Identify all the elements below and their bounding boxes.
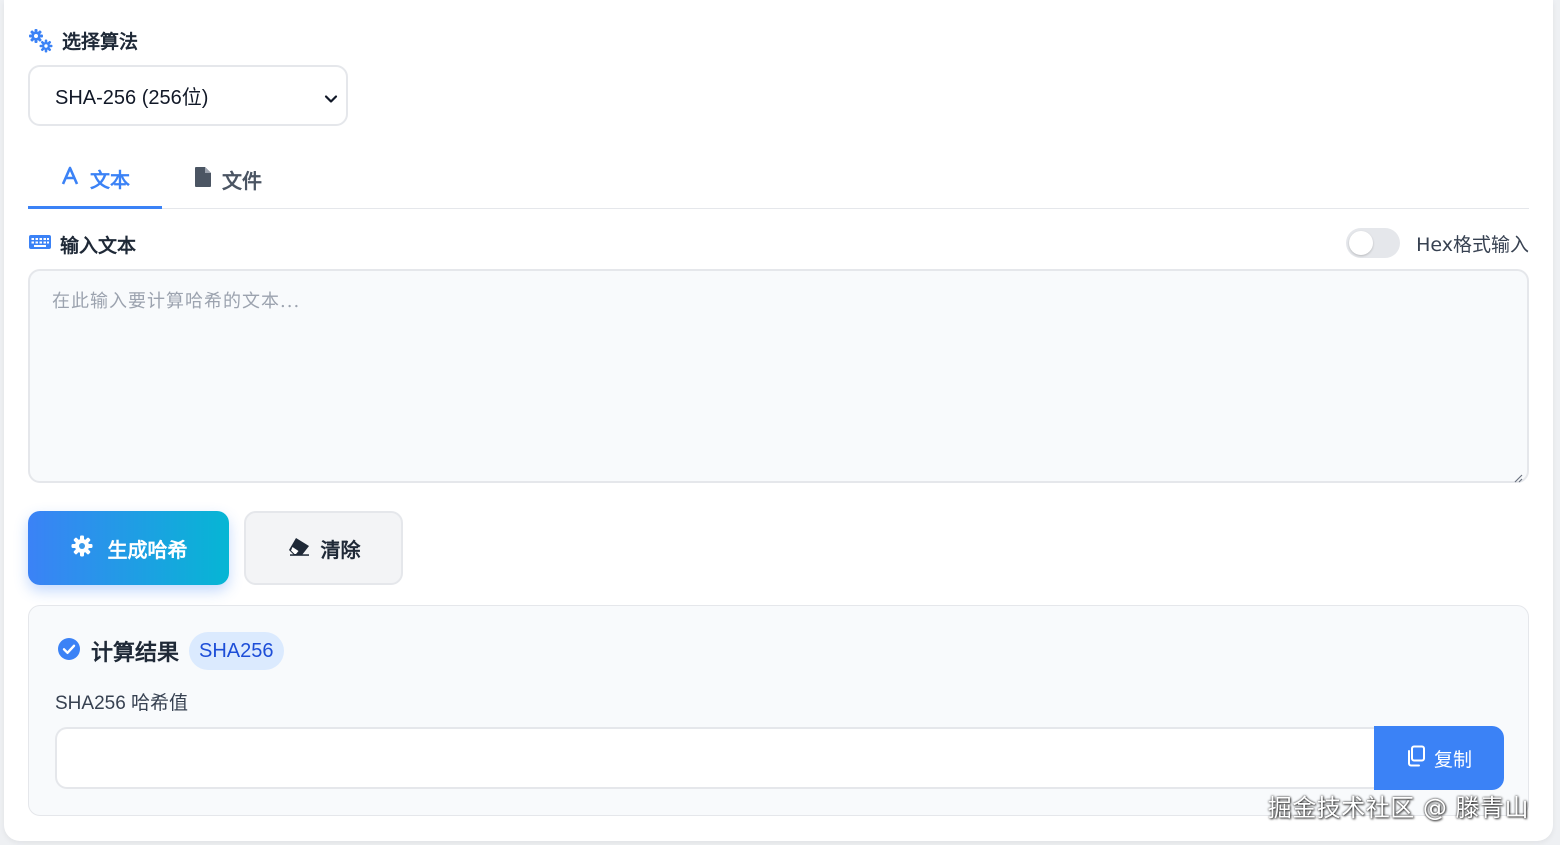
file-icon — [194, 166, 212, 193]
hash-tool-card: 选择算法 SHA-256 (256位) 文本 文件 输入文本 Hex格式输入 在… — [4, 0, 1553, 841]
generate-hash-label: 生成哈希 — [107, 537, 188, 562]
algorithm-select[interactable]: SHA-256 (256位) — [28, 65, 348, 126]
algorithm-badge: SHA256 — [189, 632, 284, 670]
toggle-knob — [1349, 231, 1374, 255]
algorithm-label: 选择算法 — [62, 31, 139, 53]
hash-output-field[interactable] — [55, 727, 1375, 789]
input-label: 输入文本 — [60, 235, 137, 257]
check-circle-icon — [57, 637, 81, 665]
keyboard-icon — [28, 233, 52, 256]
tab-text-label: 文本 — [90, 167, 130, 192]
hash-value-label: SHA256 哈希值 — [55, 693, 189, 714]
generate-hash-button[interactable]: 生成哈希 — [28, 511, 229, 585]
text-input-placeholder: 在此输入要计算哈希的文本... — [52, 291, 301, 312]
tab-file-label: 文件 — [222, 169, 262, 193]
copy-icon — [1406, 745, 1426, 772]
cogs-icon — [28, 28, 54, 54]
gear-icon — [70, 534, 94, 563]
algorithm-selected-value: SHA-256 (256位) — [55, 87, 209, 109]
watermark: 掘金技术社区 @ 滕青山 — [1267, 794, 1529, 822]
input-label-row: 输入文本 — [28, 231, 136, 258]
result-title: 计算结果 — [91, 641, 180, 666]
clear-button[interactable]: 清除 — [244, 511, 403, 585]
hex-toggle-row: Hex格式输入 — [1346, 228, 1529, 258]
eraser-icon — [287, 536, 311, 561]
clear-label: 清除 — [320, 537, 361, 562]
font-icon — [60, 166, 80, 191]
hex-toggle-switch[interactable] — [1346, 228, 1401, 258]
copy-label: 复制 — [1433, 748, 1472, 771]
copy-button[interactable]: 复制 — [1374, 726, 1504, 790]
result-panel: 计算结果 SHA256 SHA256 哈希值 复制 — [28, 605, 1529, 816]
result-header: 计算结果 SHA256 — [57, 632, 284, 670]
chevron-down-icon — [324, 89, 338, 103]
text-input-area[interactable]: 在此输入要计算哈希的文本... — [28, 269, 1529, 483]
tab-text[interactable]: 文本 — [28, 150, 162, 209]
resize-grip-icon[interactable] — [1513, 467, 1523, 483]
algorithm-label-row: 选择算法 — [28, 27, 138, 54]
hex-toggle-label: Hex格式输入 — [1416, 233, 1529, 256]
tab-file[interactable]: 文件 — [162, 150, 294, 209]
input-mode-tabs: 文本 文件 — [28, 150, 1529, 209]
